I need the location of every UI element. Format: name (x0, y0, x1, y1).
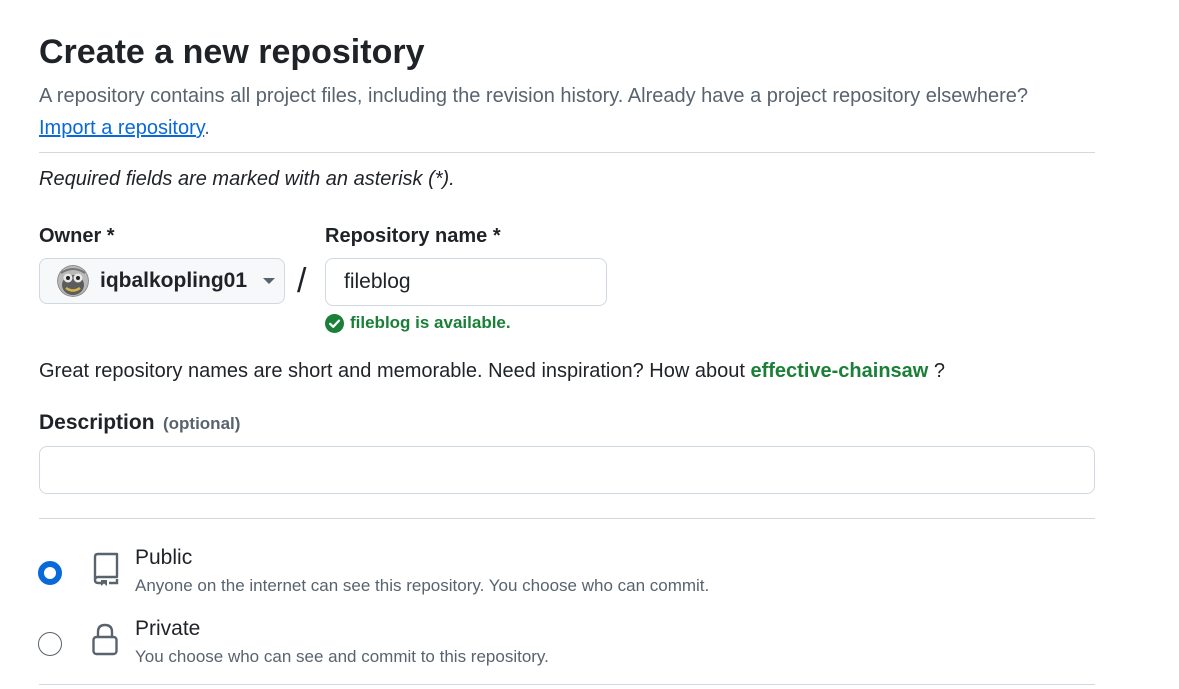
required-fields-note: Required fields are marked with an aster… (39, 168, 455, 190)
lock-icon (92, 623, 118, 656)
availability-message: fileblog is available. (325, 313, 511, 333)
name-inspiration: Great repository names are short and mem… (39, 360, 945, 383)
private-radio[interactable] (38, 632, 62, 656)
suggested-name-button[interactable]: effective-chainsaw (750, 360, 928, 382)
inspiration-text: Great repository names are short and mem… (39, 360, 751, 382)
page-subtitle: A repository contains all project files,… (39, 80, 1099, 144)
caret-down-icon (263, 278, 276, 284)
owner-repo-separator: / (297, 262, 307, 300)
divider (39, 152, 1095, 153)
check-circle-icon (325, 313, 344, 333)
repository-name-input[interactable] (325, 258, 607, 306)
page-title: Create a new repository (39, 33, 425, 71)
divider (39, 684, 1095, 685)
avatar-icon (57, 265, 89, 297)
repository-name-label: Repository name * (325, 225, 501, 247)
import-repository-link[interactable]: Import a repository (39, 117, 204, 139)
owner-dropdown[interactable]: iqbalkopling01 (39, 258, 285, 304)
description-optional-hint: (optional) (162, 414, 241, 433)
divider (39, 518, 1095, 519)
public-radio[interactable] (38, 561, 62, 585)
description-label: Description (optional) (39, 411, 240, 435)
repo-icon (93, 552, 119, 586)
availability-text: fileblog is available. (350, 313, 511, 332)
subtitle-text: A repository contains all project files,… (39, 85, 1029, 107)
private-description: You choose who can see and commit to thi… (135, 647, 549, 666)
import-suffix: . (204, 117, 210, 139)
description-input[interactable] (39, 446, 1095, 494)
public-description: Anyone on the internet can see this repo… (135, 576, 710, 595)
private-title: Private (135, 617, 201, 640)
description-label-text: Description (39, 411, 155, 434)
owner-name: iqbalkopling01 (100, 269, 248, 292)
inspiration-suffix: ? (928, 360, 946, 382)
owner-label: Owner * (39, 225, 115, 247)
public-title: Public (135, 546, 193, 569)
